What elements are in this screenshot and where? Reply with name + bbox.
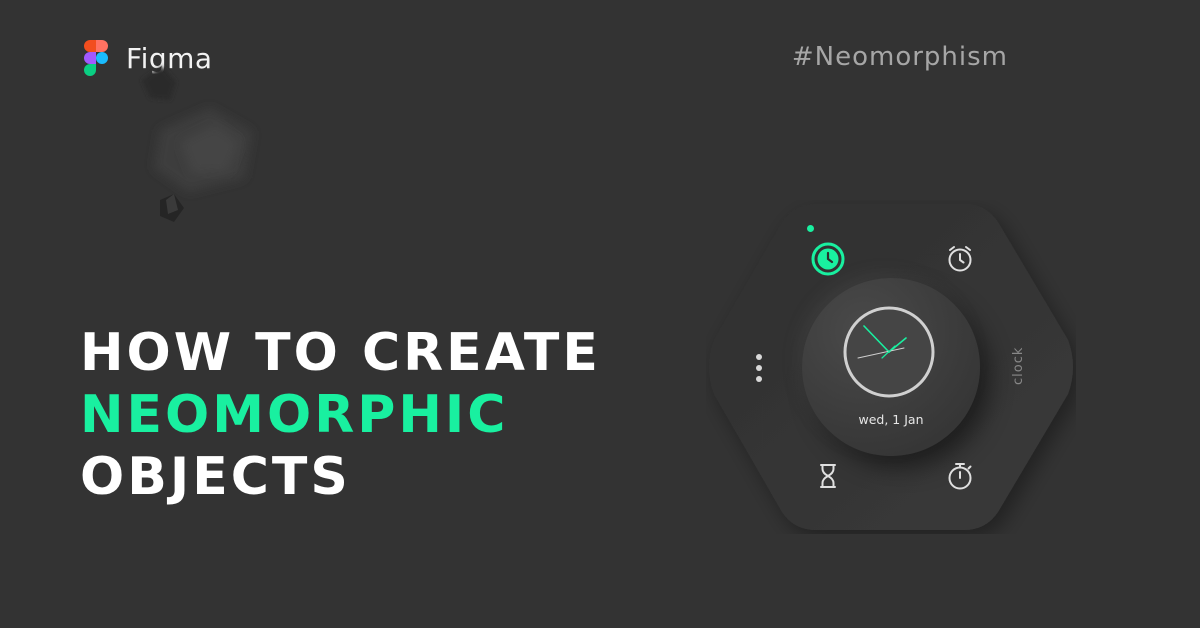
figma-logo-icon — [84, 40, 108, 76]
alarm-icon[interactable] — [942, 241, 978, 277]
clock-date: wed, 1 Jan — [858, 412, 924, 427]
more-vertical-icon[interactable] — [752, 352, 766, 384]
clock-icon[interactable] — [810, 241, 846, 277]
hashtag: #Neomorphism — [791, 42, 1008, 72]
clock-dial: wed, 1 Jan — [802, 278, 980, 456]
headline: HOW TO CREATE NEOMORPHIC OBJECTS — [80, 322, 601, 508]
headline-line-3: OBJECTS — [80, 447, 351, 507]
headline-line-1: HOW TO CREATE — [80, 323, 601, 383]
decorative-rocks — [142, 66, 252, 222]
stopwatch-icon[interactable] — [942, 458, 978, 494]
clock-widget: clock wed, 1 Jan — [706, 200, 1076, 534]
hourglass-icon[interactable] — [810, 458, 846, 494]
active-indicator-dot — [807, 225, 814, 232]
headline-line-2: NEOMORPHIC — [80, 385, 509, 445]
clock-face — [843, 306, 935, 398]
mode-label: clock — [1011, 346, 1026, 385]
